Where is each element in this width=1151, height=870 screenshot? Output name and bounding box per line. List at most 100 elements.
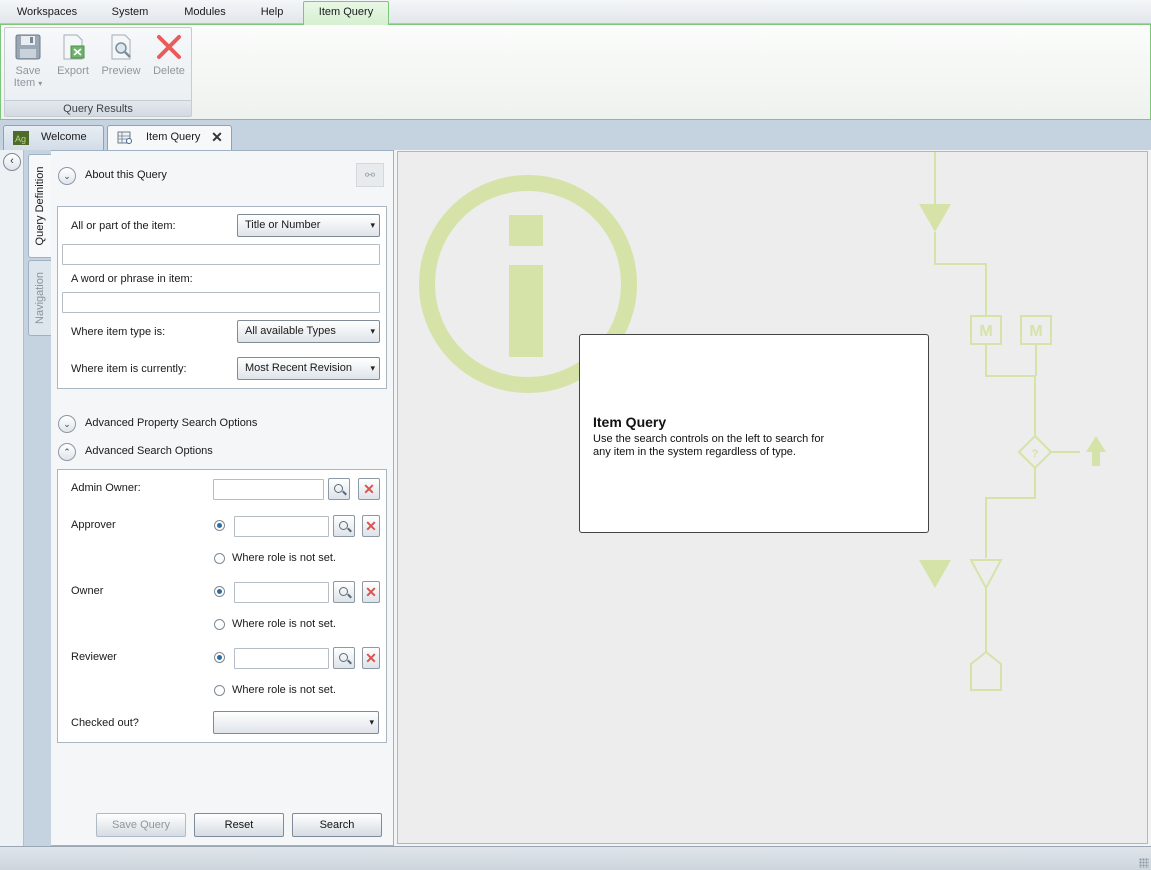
m-box-label: M (979, 323, 992, 340)
flow-line (985, 344, 1036, 436)
item-type-label: Where item type is: (71, 326, 166, 338)
reset-button[interactable]: Reset (194, 813, 284, 837)
m-box-label: M (1029, 323, 1042, 340)
preview-button[interactable]: Preview (99, 30, 143, 96)
delete-label: Delete (153, 65, 185, 77)
save-item-button[interactable]: Save Item ▾ (9, 30, 47, 96)
search-icon (339, 653, 348, 662)
tab-query-definition-label: Query Definition (34, 166, 46, 246)
tab-navigation[interactable]: Navigation (28, 260, 51, 336)
reviewer-user-radio[interactable] (214, 652, 225, 663)
delete-button[interactable]: Delete (149, 30, 189, 96)
item-current-select[interactable]: Most Recent Revision (237, 357, 380, 380)
menu-system[interactable]: System (92, 0, 168, 24)
save-label: Save (15, 65, 41, 77)
menu-modules[interactable]: Modules (170, 0, 240, 24)
magnifier-page-icon (107, 33, 135, 61)
preview-label: Preview (101, 65, 141, 77)
admin-owner-pick-button[interactable] (328, 478, 350, 500)
clear-icon: ✕ (365, 650, 377, 666)
tab-welcome[interactable]: Ag Welcome (3, 125, 104, 150)
menu-workspaces[interactable]: Workspaces (4, 0, 90, 24)
collapse-strip: ‹ (0, 150, 24, 846)
approver-pick-button[interactable] (333, 515, 355, 537)
flow-triangle-filled (919, 204, 951, 232)
decision-label: ? (1032, 448, 1039, 460)
menu-help[interactable]: Help (244, 0, 300, 24)
admin-owner-clear-button[interactable]: ✕ (358, 478, 380, 500)
admin-owner-input[interactable] (213, 479, 324, 500)
info-watermark-bar (509, 265, 543, 357)
status-bar (0, 846, 1151, 870)
title-or-number-select[interactable]: Title or Number (237, 214, 380, 237)
word-phrase-label: A word or phrase in item: (71, 273, 193, 285)
approver-not-set-radio[interactable] (214, 553, 225, 564)
owner-user-radio[interactable] (214, 586, 225, 597)
results-panel: M M ? Item Query Use the search controls… (397, 151, 1148, 844)
workspace-body: ‹ Query Definition Navigation ⌄ About th… (0, 150, 1151, 846)
info-title: Item Query (593, 414, 667, 430)
all-or-part-label: All or part of the item: (71, 220, 176, 232)
close-tab-icon[interactable]: ✕ (209, 129, 225, 145)
item-type-select[interactable]: All available Types (237, 320, 380, 343)
dropdown-arrow-icon: ▾ (38, 79, 43, 88)
clear-icon: ✕ (365, 518, 377, 534)
admin-owner-label: Admin Owner: (71, 482, 141, 494)
chevron-down-icon[interactable]: ⌄ (58, 167, 76, 185)
excel-export-icon (59, 33, 87, 61)
search-icon (339, 521, 348, 530)
tab-query-definition[interactable]: Query Definition (28, 154, 51, 258)
search-button[interactable]: Search (292, 813, 382, 837)
reviewer-label: Reviewer (71, 651, 117, 663)
owner-input[interactable] (234, 582, 329, 603)
export-button[interactable]: Export (53, 30, 93, 96)
flow-line (934, 232, 987, 316)
advanced-search-box: Admin Owner: ✕ Approver ✕ Where role is … (57, 469, 387, 743)
item-current-label: Where item is currently: (71, 363, 187, 375)
owner-not-set-radio[interactable] (214, 619, 225, 630)
owner-pick-button[interactable] (333, 581, 355, 603)
reviewer-not-set-radio[interactable] (214, 685, 225, 696)
ribbon-group-query-results: Save Item ▾ Export Preview Delete Query … (4, 27, 192, 117)
approver-input[interactable] (234, 516, 329, 537)
word-phrase-input[interactable] (62, 292, 380, 313)
query-grid-icon (117, 131, 133, 145)
ribbon-group-label: Query Results (5, 100, 191, 116)
about-query-label: About this Query (85, 169, 167, 181)
export-label: Export (57, 65, 89, 77)
checked-out-select[interactable] (213, 711, 379, 734)
approver-clear-button[interactable]: ✕ (362, 515, 380, 537)
info-watermark-dot (509, 215, 543, 246)
tab-item-query[interactable]: Item Query ✕ (107, 125, 232, 151)
flow-triangle-outline (969, 559, 1003, 591)
save-query-button[interactable]: Save Query (96, 813, 186, 837)
ribbon: Save Item ▾ Export Preview Delete Query … (0, 24, 1151, 120)
owner-not-set-label: Where role is not set. (232, 618, 336, 630)
item-label: Item (13, 77, 36, 89)
tab-welcome-label: Welcome (41, 131, 87, 143)
reviewer-input[interactable] (234, 648, 329, 669)
menu-item-query[interactable]: Item Query (303, 1, 389, 25)
item-title-input[interactable] (62, 244, 380, 265)
search-icon (339, 587, 348, 596)
query-definition-panel: ⌄ About this Query ⚯ All or part of the … (51, 150, 394, 846)
link-chain-icon[interactable]: ⚯ (356, 163, 384, 187)
reviewer-not-set-label: Where role is not set. (232, 684, 336, 696)
basic-search-box: All or part of the item: Title or Number… (57, 206, 387, 389)
approver-user-radio[interactable] (214, 520, 225, 531)
owner-clear-button[interactable]: ✕ (362, 581, 380, 603)
clear-icon: ✕ (365, 584, 377, 600)
reviewer-pick-button[interactable] (333, 647, 355, 669)
resize-grip-icon[interactable] (1139, 858, 1149, 868)
search-icon (334, 484, 343, 493)
advanced-search-label: Advanced Search Options (85, 445, 213, 457)
collapse-panel-icon[interactable]: ‹ (3, 153, 21, 171)
owner-label: Owner (71, 585, 104, 597)
vertical-tab-strip: Query Definition Navigation (24, 150, 51, 846)
chevron-up-icon[interactable]: ⌃ (58, 443, 76, 461)
reviewer-clear-button[interactable]: ✕ (362, 647, 380, 669)
document-tab-strip: Ag Welcome Item Query ✕ (0, 120, 1151, 151)
flow-up-arrow (1086, 436, 1106, 466)
chevron-down-icon[interactable]: ⌄ (58, 415, 76, 433)
app-logo-icon: Ag (13, 131, 29, 145)
